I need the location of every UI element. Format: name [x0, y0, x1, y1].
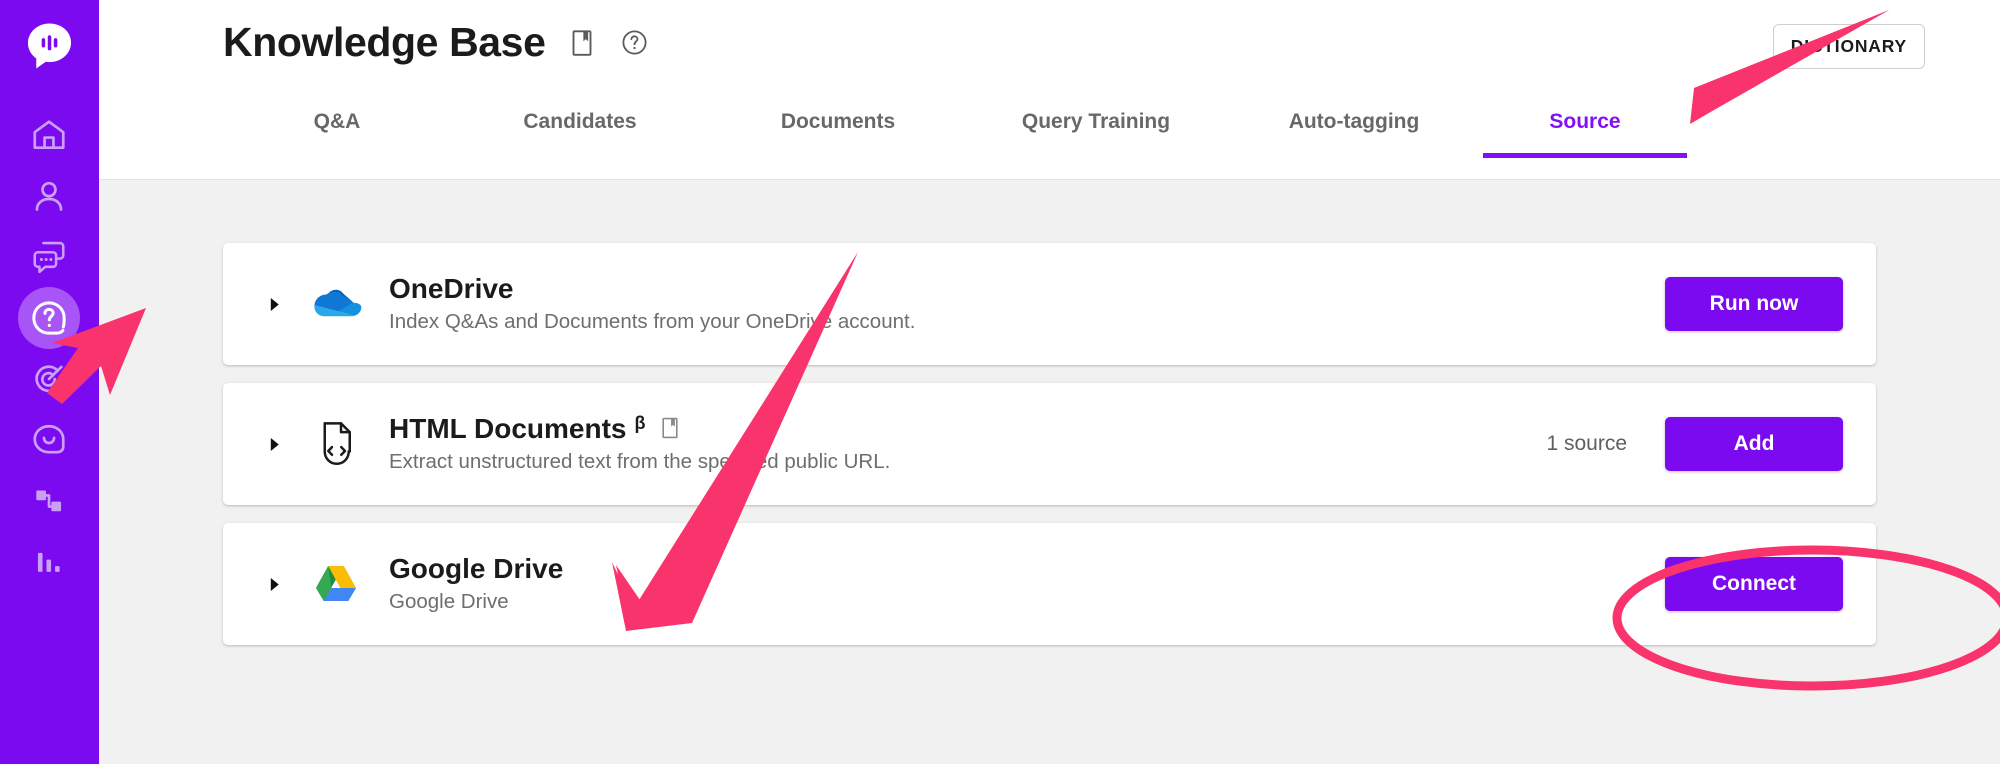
card-text: OneDrive Index Q&As and Documents from y…: [389, 272, 1665, 335]
chat-bubbles-icon: [33, 241, 65, 274]
help-circle-icon[interactable]: [619, 28, 649, 58]
html-document-icon: [307, 419, 365, 469]
source-count-label: 1 source: [1546, 432, 1627, 455]
knowledge-base-icon: [32, 301, 66, 335]
source-card-html-documents[interactable]: HTML Documents β Extract unstructured tex…: [223, 383, 1876, 505]
tab-label: Documents: [780, 110, 896, 133]
bookmark-glyph: [573, 29, 592, 56]
card-text: HTML Documents β Extract unstructured tex…: [389, 412, 1546, 475]
tab-label: Query Training: [1021, 110, 1171, 133]
expand-arrow-icon[interactable]: [261, 296, 287, 313]
tab-label: Candidates: [523, 110, 637, 133]
tab-candidates[interactable]: Candidates: [451, 110, 709, 158]
sidebar-item-home[interactable]: [18, 104, 80, 166]
title-row: Knowledge Base: [223, 22, 649, 63]
tab-documents[interactable]: Documents: [709, 110, 967, 158]
bar-chart-icon: [37, 552, 60, 572]
tab-qa[interactable]: Q&A: [223, 110, 451, 158]
bookmark-glyph: [661, 417, 678, 438]
source-subtitle: Google Drive: [389, 589, 509, 613]
sidebar-item-campaigns[interactable]: [18, 348, 80, 410]
flow-nodes-icon: [36, 490, 62, 512]
home-icon: [33, 120, 65, 150]
user-icon: [35, 181, 63, 211]
main-area: Knowledge Base DICTIONARY Q&A Candidates…: [99, 0, 2000, 764]
tab-auto-tagging[interactable]: Auto-tagging: [1225, 110, 1483, 158]
run-now-button[interactable]: Run now: [1665, 277, 1843, 331]
source-title-text: HTML Documents: [389, 412, 627, 444]
expand-arrow-icon[interactable]: [261, 576, 287, 593]
app-logo[interactable]: [24, 20, 75, 71]
source-title: OneDrive: [389, 272, 1665, 304]
target-icon: [35, 365, 63, 393]
bookmark-icon[interactable]: [660, 416, 680, 440]
onedrive-cloud-glyph: [314, 289, 362, 317]
connect-button[interactable]: Connect: [1665, 557, 1843, 611]
sidebar-item-contacts[interactable]: [18, 165, 80, 227]
tab-label: Auto-tagging: [1288, 110, 1420, 133]
sidebar-item-bot[interactable]: [18, 409, 80, 471]
tab-bar: Q&A Candidates Documents Query Training …: [223, 110, 2000, 158]
smiley-chat-icon: [33, 424, 65, 454]
card-actions: Connect: [1665, 557, 1843, 611]
source-list-panel: OneDrive Index Q&As and Documents from y…: [99, 180, 2000, 764]
bookmark-icon[interactable]: [567, 28, 597, 58]
tab-source[interactable]: Source: [1483, 110, 1687, 158]
source-title-text: Google Drive: [389, 552, 564, 584]
page-title: Knowledge Base: [223, 19, 546, 65]
tab-query-training[interactable]: Query Training: [967, 110, 1225, 158]
expand-arrow-icon[interactable]: [261, 436, 287, 453]
source-title: Google Drive: [389, 552, 1665, 584]
source-card-onedrive[interactable]: OneDrive Index Q&As and Documents from y…: [223, 243, 1876, 365]
source-subtitle: Index Q&As and Documents from your OneDr…: [389, 309, 916, 333]
html-file-glyph: [323, 422, 351, 465]
sidebar-item-analytics[interactable]: [18, 531, 80, 593]
source-title-text: OneDrive: [389, 272, 514, 304]
card-actions: Run now: [1665, 277, 1843, 331]
beta-superscript: β: [634, 412, 646, 433]
sidebar-item-scenarios[interactable]: [18, 470, 80, 532]
caret-right-glyph: [270, 577, 279, 591]
source-subtitle: Extract unstructured text from the speci…: [389, 449, 891, 473]
dictionary-button[interactable]: DICTIONARY: [1772, 24, 1925, 69]
caret-right-glyph: [270, 297, 279, 311]
tab-label: Q&A: [313, 110, 361, 133]
sidebar: [0, 0, 99, 764]
card-text: Google Drive Google Drive: [389, 552, 1665, 615]
top-bar: Knowledge Base DICTIONARY Q&A Candidates…: [99, 0, 2000, 180]
app-root: Knowledge Base DICTIONARY Q&A Candidates…: [0, 0, 2000, 764]
google-drive-triangle-glyph: [316, 566, 356, 601]
google-drive-icon: [307, 562, 365, 606]
tab-label: Source: [1549, 110, 1621, 133]
onedrive-icon: [307, 284, 365, 324]
card-actions: 1 source Add: [1546, 417, 1843, 471]
source-card-list: OneDrive Index Q&As and Documents from y…: [223, 243, 1876, 645]
sidebar-item-knowledge-base[interactable]: [18, 287, 80, 349]
source-card-google-drive[interactable]: Google Drive Google Drive Connect: [223, 523, 1876, 645]
sidebar-item-conversations[interactable]: [18, 226, 80, 288]
caret-right-glyph: [270, 437, 279, 451]
add-source-button[interactable]: Add: [1665, 417, 1843, 471]
source-title: HTML Documents β: [389, 412, 1546, 444]
